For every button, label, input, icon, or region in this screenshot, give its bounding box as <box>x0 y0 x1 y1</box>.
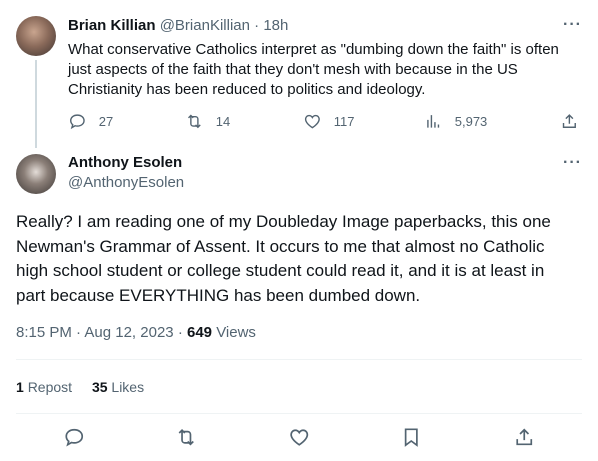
author-name[interactable]: Anthony Esolen <box>68 154 184 171</box>
reply-count: 27 <box>98 113 114 129</box>
avatar-anthony-esolen[interactable] <box>16 154 56 194</box>
separator-dot: · <box>254 17 260 34</box>
likes-label: Likes <box>111 379 145 395</box>
more-options-button[interactable]: ··· <box>563 16 582 34</box>
separator-dot: · <box>177 324 183 341</box>
retweet-icon <box>188 114 201 129</box>
divider <box>16 413 582 414</box>
likes-count: 35 <box>91 379 108 395</box>
reposts-label: Repost <box>27 379 73 395</box>
tweet-date[interactable]: Aug 12, 2023 <box>84 324 173 341</box>
views-count: 5,973 <box>454 113 488 129</box>
likes-link[interactable]: 35 Likes <box>92 379 144 395</box>
retweet-count: 14 <box>215 113 231 129</box>
heart-icon <box>304 114 320 129</box>
author-handle[interactable]: @BrianKillian <box>160 17 250 34</box>
more-icon: ··· <box>563 16 582 33</box>
reposts-count: 1 <box>16 379 24 395</box>
share-icon <box>516 428 533 446</box>
share-button[interactable] <box>513 426 536 454</box>
divider <box>16 359 582 360</box>
reply-button[interactable]: 27 <box>68 112 113 131</box>
separator-dot: · <box>76 324 82 341</box>
author-handle[interactable]: @AnthonyEsolen <box>68 174 184 191</box>
reply-button[interactable] <box>63 426 86 454</box>
reply-icon <box>65 428 84 447</box>
views-label: Views <box>216 324 256 341</box>
thread-connector-line <box>35 60 37 148</box>
author-name[interactable]: Brian Killian <box>68 17 156 34</box>
like-count: 117 <box>333 113 355 129</box>
heart-icon <box>290 429 309 446</box>
more-icon: ··· <box>563 154 582 171</box>
retweet-button[interactable]: 14 <box>185 112 230 131</box>
main-tweet-text: Really? I am reading one of my Doubleday… <box>16 212 551 305</box>
share-icon <box>562 114 576 128</box>
reply-tweet-text: What conservative Catholics interpret as… <box>68 41 559 98</box>
bookmark-icon <box>404 428 418 447</box>
avatar-brian-killian[interactable] <box>16 16 56 56</box>
reply-icon <box>70 114 85 130</box>
like-button[interactable]: 117 <box>303 112 354 131</box>
more-options-button[interactable]: ··· <box>563 154 582 172</box>
reposts-link[interactable]: 1 Repost <box>16 379 76 395</box>
like-button[interactable] <box>288 426 311 454</box>
tweet-time[interactable]: 8:15 PM <box>16 324 72 341</box>
reply-tweet-header: Brian Killian @BrianKillian · 18h <box>68 17 288 34</box>
engagement-stats: 1 Repost 35 Likes <box>16 379 144 395</box>
tweet-time[interactable]: 18h <box>263 17 288 34</box>
share-button[interactable] <box>560 112 579 131</box>
tweet-metadata: 8:15 PM · Aug 12, 2023 · 649 Views <box>16 324 256 341</box>
bookmark-button[interactable] <box>400 426 423 454</box>
main-tweet-author: Anthony Esolen @AnthonyEsolen <box>68 154 184 191</box>
retweet-icon <box>178 429 194 446</box>
views-bar-chart-icon <box>427 115 440 128</box>
views-count: 649 <box>186 324 213 341</box>
views-button[interactable]: 5,973 <box>424 112 487 131</box>
retweet-button[interactable] <box>175 426 198 454</box>
